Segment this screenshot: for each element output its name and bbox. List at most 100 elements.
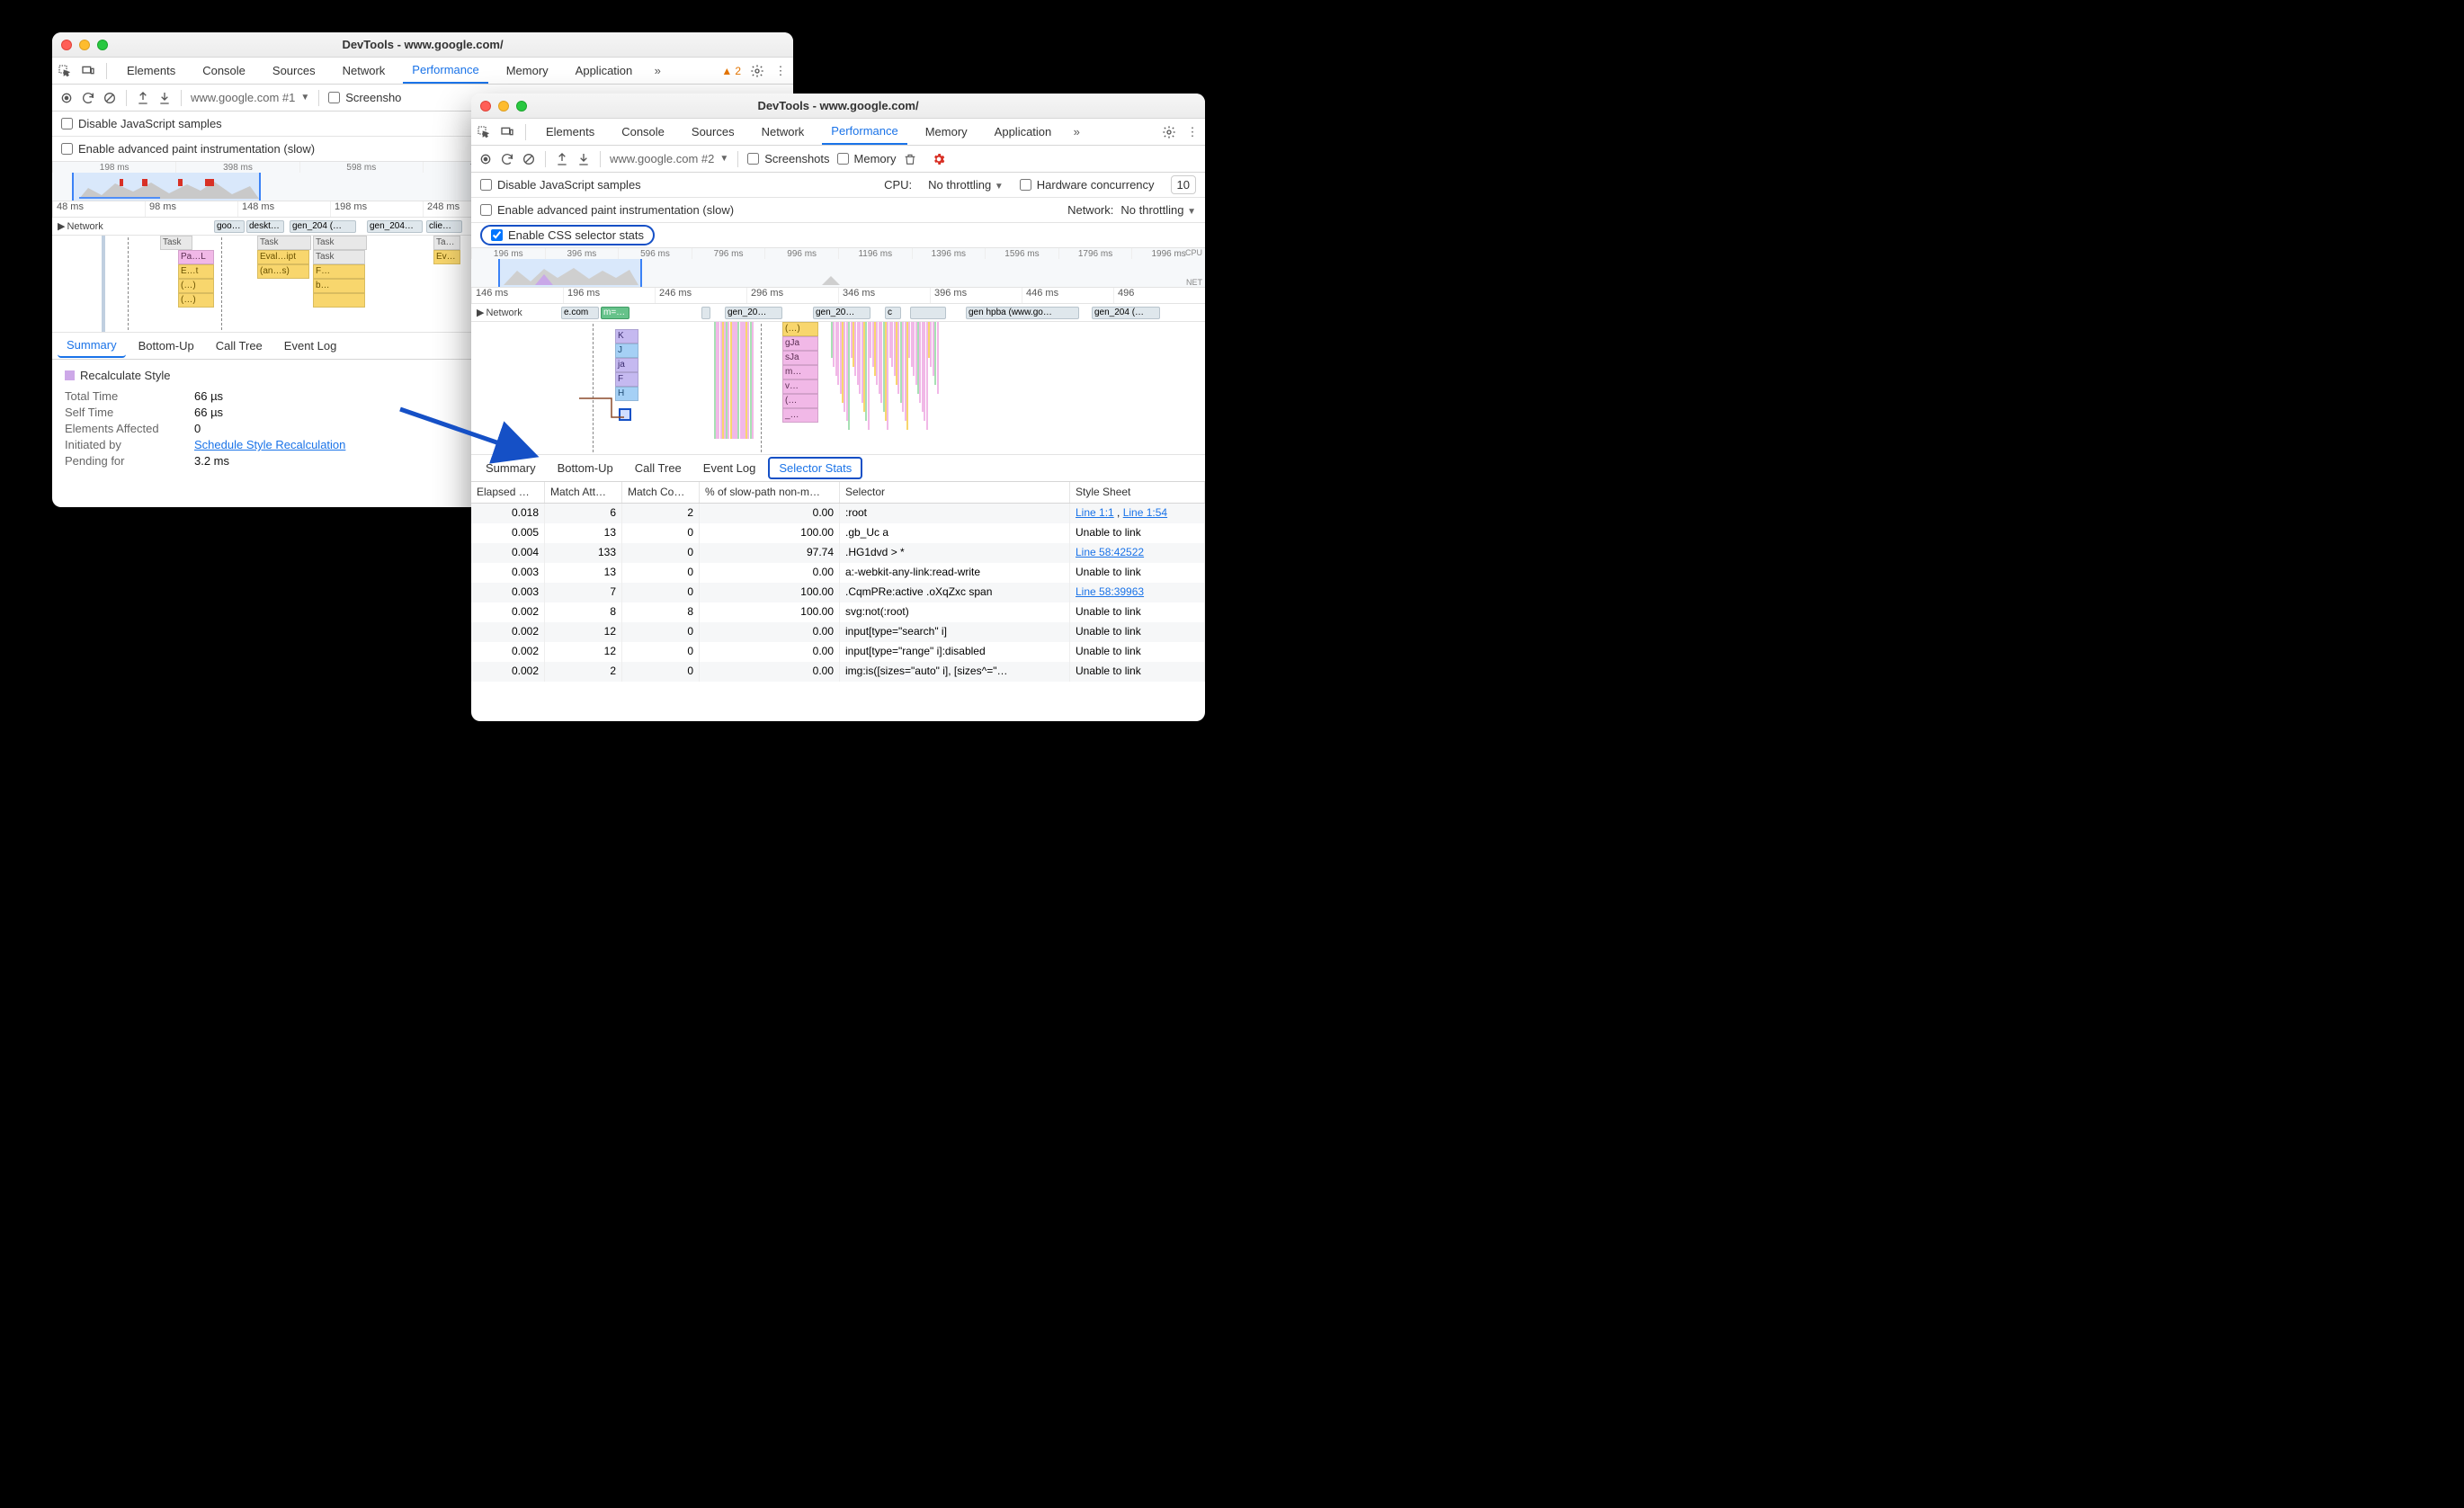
paint-checkbox[interactable]: Enable advanced paint instrumentation (s… <box>480 203 734 217</box>
network-request[interactable]: gen_20… <box>813 307 870 319</box>
network-throttle-select[interactable]: No throttling ▼ <box>1120 203 1196 217</box>
table-row[interactable]: 0.0021200.00input[type="range" i]:disabl… <box>471 642 1205 662</box>
flame-frame[interactable]: gJa <box>782 336 818 351</box>
memory-checkbox[interactable]: Memory <box>837 152 897 165</box>
gear-icon[interactable] <box>1162 125 1176 139</box>
tab-application[interactable]: Application <box>567 58 642 83</box>
record-icon[interactable] <box>59 91 74 105</box>
tab-console[interactable]: Console <box>193 58 254 83</box>
flame-frame[interactable]: (an…s) <box>257 264 309 279</box>
kebab-icon[interactable]: ⋮ <box>1185 125 1200 139</box>
tab-elements[interactable]: Elements <box>118 58 184 83</box>
table-row[interactable]: 0.018620.00:rootLine 1:1 , Line 1:54 <box>471 504 1205 523</box>
flame-frame[interactable]: Ev… <box>433 250 460 264</box>
flame-frame[interactable]: ja <box>615 358 638 372</box>
tab-performance[interactable]: Performance <box>403 58 487 84</box>
issues-badge[interactable]: ▲ 2 <box>721 65 741 77</box>
flame-frame[interactable]: Eval…ipt <box>257 250 309 264</box>
gear-icon[interactable] <box>932 152 946 166</box>
style-sheet-link[interactable]: Line 58:42522 <box>1076 546 1144 558</box>
hw-concurrency-input[interactable]: 10 <box>1171 175 1196 194</box>
paint-checkbox[interactable]: Enable advanced paint instrumentation (s… <box>61 142 315 156</box>
tab-application[interactable]: Application <box>986 120 1061 144</box>
screenshots-checkbox[interactable]: Screensho <box>328 91 401 104</box>
minimize-icon[interactable] <box>79 40 90 50</box>
col-elapsed[interactable]: Elapsed … <box>471 482 545 503</box>
clear-icon[interactable] <box>103 91 117 105</box>
download-icon[interactable] <box>157 91 172 105</box>
initiated-by-link[interactable]: Schedule Style Recalculation <box>194 438 345 451</box>
zoom-icon[interactable] <box>97 40 108 50</box>
table-row[interactable]: 0.0021200.00input[type="search" i]Unable… <box>471 622 1205 642</box>
hw-concurrency-checkbox[interactable]: Hardware concurrency <box>1020 178 1155 192</box>
clear-icon[interactable] <box>522 152 536 166</box>
device-icon[interactable] <box>81 64 95 78</box>
table-row[interactable]: 0.002200.00img:is([sizes="auto" i], [siz… <box>471 662 1205 682</box>
reload-icon[interactable] <box>81 91 95 105</box>
flame-frame[interactable]: Ta… <box>433 236 460 250</box>
cpu-throttle-select[interactable]: No throttling ▼ <box>928 178 1004 192</box>
flame-frame[interactable]: E…t <box>178 264 214 279</box>
col-match-attempts[interactable]: Match Att… <box>545 482 622 503</box>
device-icon[interactable] <box>500 125 514 139</box>
disable-js-checkbox[interactable]: Disable JavaScript samples <box>480 178 641 192</box>
detail-tab-bottom-up[interactable]: Bottom-Up <box>129 335 203 357</box>
gear-icon[interactable] <box>750 64 764 78</box>
flame-frame[interactable]: sJa <box>782 351 818 365</box>
flame-frame[interactable]: (…) <box>782 322 818 336</box>
zoom-icon[interactable] <box>516 101 527 112</box>
tab-network[interactable]: Network <box>753 120 814 144</box>
disable-js-checkbox[interactable]: Disable JavaScript samples <box>61 117 222 130</box>
tab-memory[interactable]: Memory <box>916 120 977 144</box>
minimize-icon[interactable] <box>498 101 509 112</box>
col-slow-path[interactable]: % of slow-path non-m… <box>700 482 840 503</box>
detail-tab-call-tree[interactable]: Call Tree <box>626 457 691 479</box>
network-request[interactable]: clie… <box>426 220 462 233</box>
detail-tab-event-log[interactable]: Event Log <box>694 457 765 479</box>
col-match-count[interactable]: Match Co… <box>622 482 700 503</box>
detail-tab-summary[interactable]: Summary <box>477 457 545 479</box>
flame-frame[interactable]: (…) <box>178 293 214 308</box>
network-track-header[interactable]: ▶ Network <box>471 307 525 318</box>
record-icon[interactable] <box>478 152 493 166</box>
inspect-icon[interactable] <box>477 125 491 139</box>
flame-chart[interactable]: KJjaFH (…)gJasJam…v…(…_… <box>471 322 1205 455</box>
tab-network[interactable]: Network <box>334 58 395 83</box>
download-icon[interactable] <box>576 152 591 166</box>
flame-frame[interactable]: (… <box>782 394 818 408</box>
detail-tab-bottom-up[interactable]: Bottom-Up <box>549 457 622 479</box>
flame-frame[interactable]: b… <box>313 279 365 293</box>
flame-frame[interactable]: K <box>615 329 638 344</box>
time-ruler[interactable]: 146 ms196 ms246 ms296 ms346 ms396 ms446 … <box>471 288 1205 304</box>
detail-tab-call-tree[interactable]: Call Tree <box>207 335 272 357</box>
network-track-header[interactable]: ▶ Network <box>52 220 106 232</box>
recording-selector[interactable]: www.google.com #1▼ <box>191 91 309 104</box>
network-request[interactable]: gen_204… <box>367 220 423 233</box>
table-row[interactable]: 0.00370100.00.CqmPRe:active .oXqZxc span… <box>471 583 1205 602</box>
flame-frame[interactable]: J <box>615 344 638 358</box>
flame-frame[interactable]: (…) <box>178 279 214 293</box>
flame-frame[interactable]: Task <box>313 250 365 264</box>
titlebar[interactable]: DevTools - www.google.com/ <box>52 32 793 58</box>
kebab-icon[interactable]: ⋮ <box>773 64 788 78</box>
network-request[interactable]: c <box>885 307 901 319</box>
flame-frame[interactable]: v… <box>782 379 818 394</box>
table-row[interactable]: 0.00288100.00svg:not(:root)Unable to lin… <box>471 602 1205 622</box>
network-request[interactable]: gen_204 (… <box>1092 307 1160 319</box>
network-request[interactable]: gen_204 (… <box>290 220 356 233</box>
titlebar[interactable]: DevTools - www.google.com/ <box>471 94 1205 119</box>
flame-frame[interactable]: _… <box>782 408 818 423</box>
timeline-overview[interactable]: 196 ms396 ms596 ms796 ms996 ms1196 ms139… <box>471 248 1205 288</box>
col-selector[interactable]: Selector <box>840 482 1070 503</box>
flame-frame[interactable]: m… <box>782 365 818 379</box>
flame-frame[interactable]: F… <box>313 264 365 279</box>
flame-frame[interactable] <box>313 293 365 308</box>
detail-tab-summary[interactable]: Summary <box>58 334 126 358</box>
network-request[interactable] <box>910 307 946 319</box>
table-row[interactable]: 0.004133097.74.HG1dvd > *Line 58:42522 <box>471 543 1205 563</box>
more-tabs-icon[interactable]: » <box>1069 125 1084 139</box>
detail-tab-selector-stats[interactable]: Selector Stats <box>768 457 862 479</box>
detail-tab-event-log[interactable]: Event Log <box>275 335 346 357</box>
upload-icon[interactable] <box>555 152 569 166</box>
flame-frame[interactable]: F <box>615 372 638 387</box>
